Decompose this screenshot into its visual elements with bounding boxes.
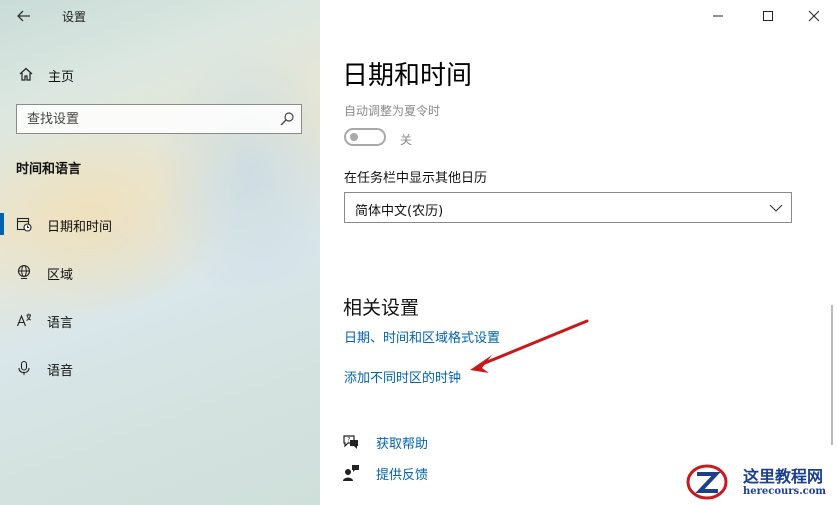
sidebar-item-label: 语音 — [47, 364, 74, 379]
sidebar-item-language[interactable]: 语言 — [0, 300, 320, 340]
sidebar-item-label: 语言 — [47, 316, 74, 331]
get-help-link[interactable]: ? 获取帮助 — [342, 431, 542, 453]
sidebar-section-title: 时间和语言 — [16, 162, 82, 177]
back-arrow-icon — [17, 10, 30, 22]
home-icon — [19, 67, 33, 81]
calendar-select[interactable]: 简体中文(农历) — [344, 192, 792, 223]
maximize-button[interactable] — [745, 0, 791, 32]
active-indicator — [0, 213, 4, 235]
region-globe-icon — [17, 264, 31, 279]
help-chat-icon: ? — [343, 435, 358, 449]
back-button[interactable] — [8, 3, 40, 29]
maximize-icon — [763, 11, 773, 21]
scrollbar[interactable] — [831, 305, 833, 445]
chevron-down-icon — [769, 204, 783, 212]
search-box[interactable] — [16, 104, 302, 134]
get-help-label: 获取帮助 — [376, 437, 429, 452]
close-button[interactable] — [791, 0, 837, 32]
related-settings-title: 相关设置 — [343, 297, 420, 319]
feedback-link[interactable]: 提供反馈 — [342, 462, 542, 484]
app-title: 设置 — [62, 10, 87, 24]
date-time-icon — [16, 217, 32, 232]
toggle-knob — [350, 133, 358, 141]
minimize-icon — [713, 15, 723, 17]
svg-text:?: ? — [347, 437, 350, 444]
close-icon — [808, 10, 820, 22]
microphone-icon — [18, 360, 30, 375]
search-icon[interactable] — [279, 111, 295, 127]
watermark-name: 这里教程网 — [743, 467, 824, 486]
watermark-url: herecours.com — [743, 486, 827, 497]
watermark: 这里教程网 herecours.com — [685, 458, 837, 505]
sidebar-item-region[interactable]: 区域 — [0, 252, 320, 292]
calendar-select-value: 简体中文(农历) — [355, 204, 444, 219]
sidebar-item-home[interactable]: 主页 — [0, 60, 320, 88]
content-pane: 日期和时间 自动调整为夏令时 关 在任务栏中显示其他日历 简体中文(农历) 相关… — [320, 0, 837, 505]
dst-label: 自动调整为夏令时 — [344, 104, 441, 118]
sidebar-item-label: 日期和时间 — [47, 220, 113, 235]
dst-toggle-state: 关 — [400, 133, 413, 147]
minimize-button[interactable] — [695, 0, 741, 32]
feedback-person-icon — [343, 465, 359, 481]
sidebar-item-speech[interactable]: 语音 — [0, 348, 320, 388]
sidebar-item-label: 区域 — [47, 268, 74, 283]
watermark-logo-icon — [686, 464, 728, 500]
add-clocks-link[interactable]: 添加不同时区的时钟 — [344, 367, 461, 386]
page-title: 日期和时间 — [342, 61, 473, 91]
search-input[interactable] — [17, 105, 277, 133]
sidebar: 设置 主页 时间和语言 日期和时间 区域 — [0, 0, 320, 505]
language-icon — [16, 313, 32, 327]
sidebar-item-home-label: 主页 — [48, 70, 75, 85]
red-annotation-arrow-icon — [470, 319, 589, 373]
dst-toggle[interactable] — [344, 128, 386, 146]
sidebar-item-date-time[interactable]: 日期和时间 — [0, 204, 320, 244]
calendar-label: 在任务栏中显示其他日历 — [344, 171, 488, 186]
feedback-label: 提供反馈 — [376, 468, 429, 483]
